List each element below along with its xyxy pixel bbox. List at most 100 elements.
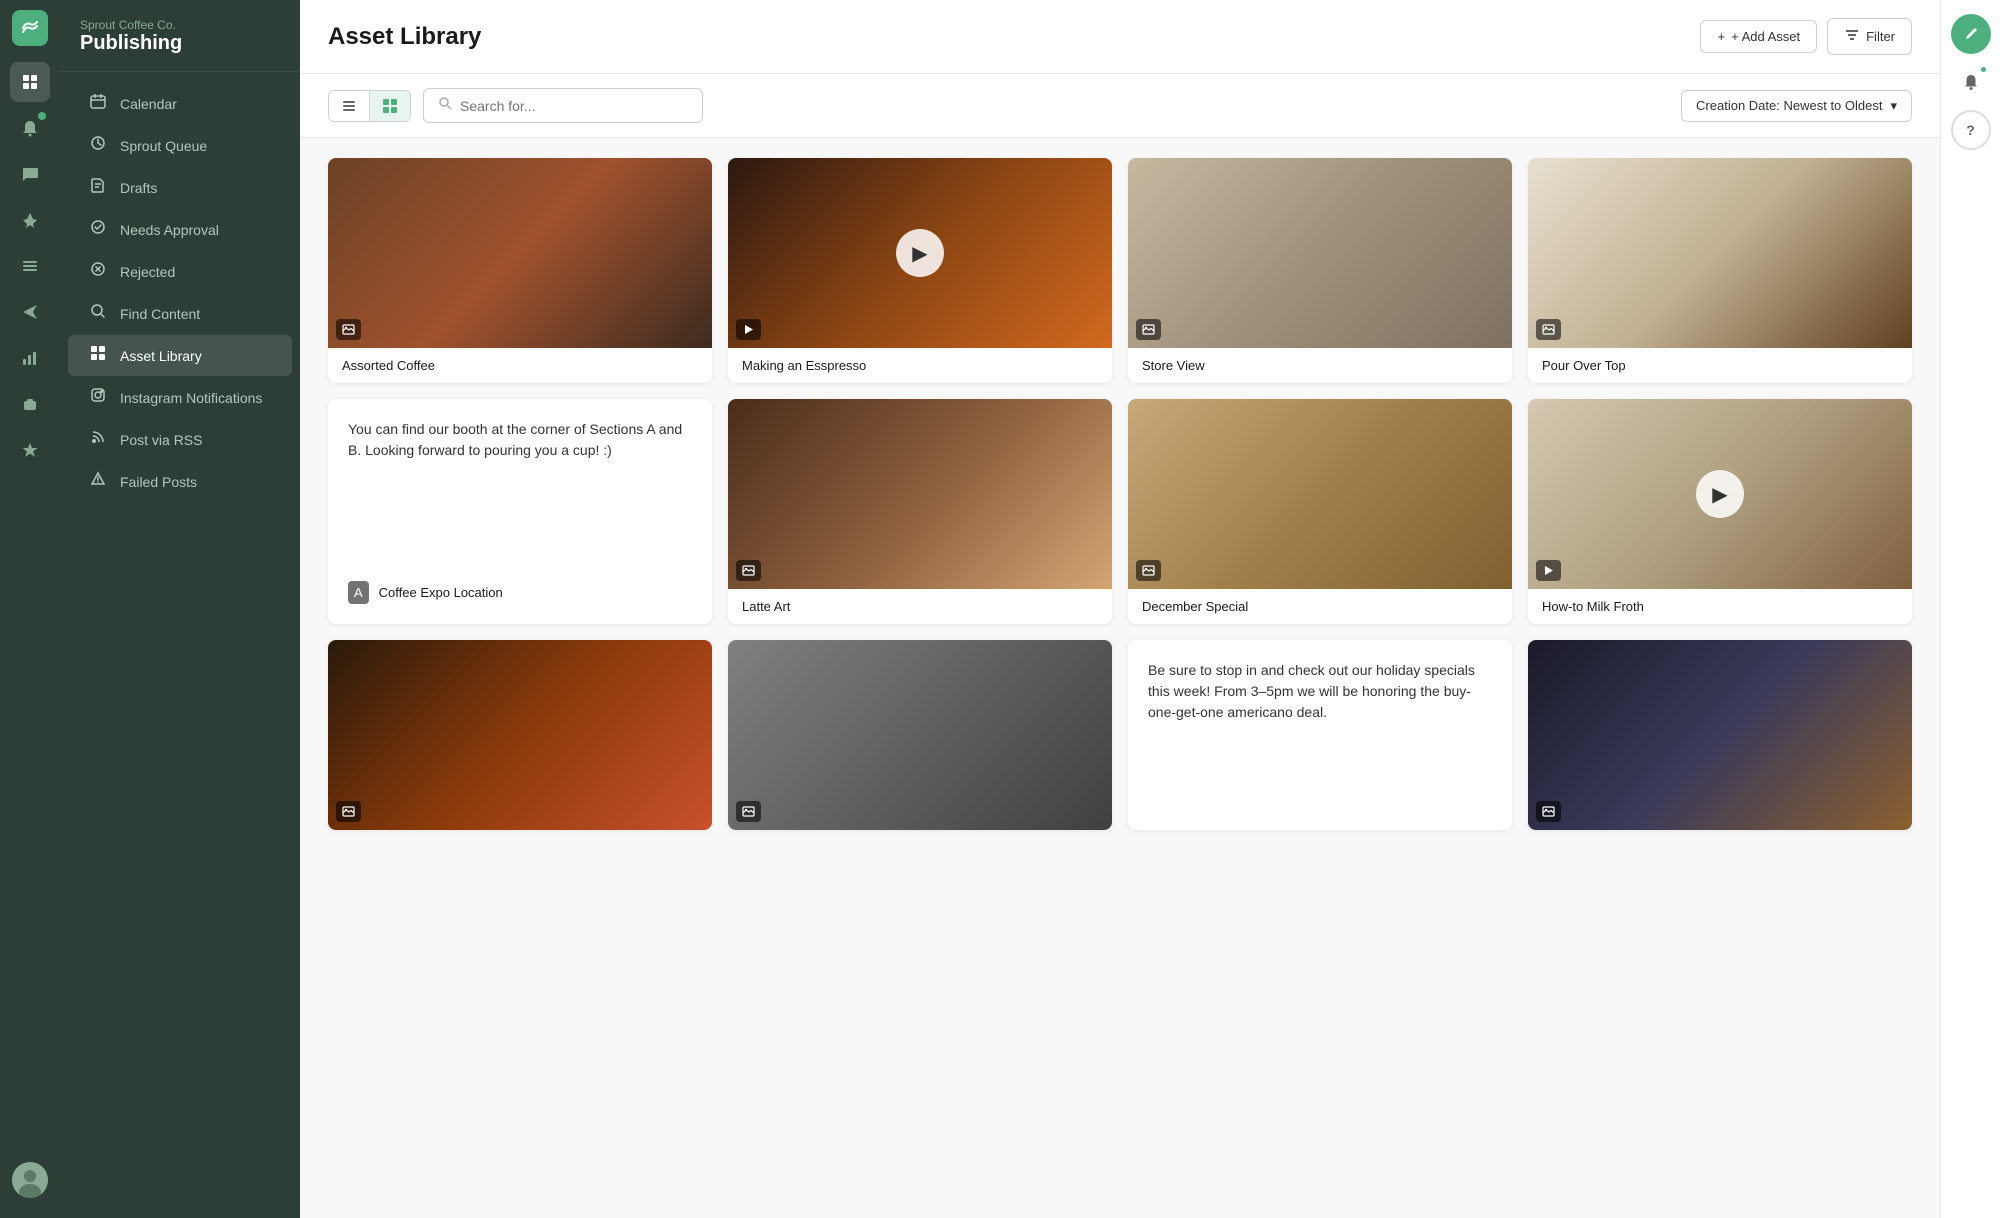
asset-card-3[interactable]: Store View	[1128, 158, 1512, 383]
filter-icon	[1844, 27, 1860, 46]
asset-thumbnail-7	[1128, 399, 1512, 589]
video-type-badge-2	[736, 319, 761, 340]
help-icon-button[interactable]: ?	[1951, 110, 1991, 150]
icon-rail	[0, 0, 60, 1218]
main-content: Asset Library + + Add Asset Filter	[300, 0, 1940, 1218]
rejected-icon	[88, 261, 108, 282]
queue-icon	[88, 135, 108, 156]
sidebar-item-rejected[interactable]: Rejected	[68, 251, 292, 292]
asset-thumbnail-3	[1128, 158, 1512, 348]
sort-dropdown[interactable]: Creation Date: Newest to Oldest ▾	[1681, 90, 1912, 122]
sidebar-header: Sprout Coffee Co. Publishing	[60, 0, 300, 72]
sidebar-item-calendar[interactable]: Calendar	[68, 83, 292, 124]
queue-label: Sprout Queue	[120, 138, 207, 154]
play-button-8: ▶	[1696, 470, 1744, 518]
bell-badge	[1979, 65, 1988, 74]
add-asset-button[interactable]: + + Add Asset	[1700, 20, 1817, 53]
image-type-badge-10	[736, 801, 761, 822]
rail-send-icon[interactable]	[10, 292, 50, 332]
asset-library-label: Asset Library	[120, 348, 202, 364]
image-type-badge-6	[736, 560, 761, 581]
chevron-down-icon: ▾	[1890, 98, 1897, 114]
user-avatar[interactable]	[12, 1162, 48, 1198]
asset-card-4[interactable]: Pour Over Top	[1528, 158, 1912, 383]
sidebar-item-needs-approval[interactable]: Needs Approval	[68, 209, 292, 250]
asset-thumbnail-10	[728, 640, 1112, 830]
asset-card-12[interactable]	[1528, 640, 1912, 830]
image-type-badge-4	[1536, 319, 1561, 340]
asset-card-8[interactable]: ▶ How-to Milk Froth	[1528, 399, 1912, 624]
sidebar-item-post-via-rss[interactable]: Post via RSS	[68, 419, 292, 460]
asset-thumbnail-4	[1528, 158, 1912, 348]
rail-bot-icon[interactable]	[10, 384, 50, 424]
sort-label: Creation Date: Newest to Oldest	[1696, 98, 1882, 113]
rail-notifications-icon[interactable]	[10, 108, 50, 148]
image-type-badge-1	[336, 319, 361, 340]
instagram-icon	[88, 387, 108, 408]
asset-title-6: Latte Art	[728, 589, 1112, 624]
asset-card-11[interactable]: Be sure to stop in and check out our hol…	[1128, 640, 1512, 830]
sidebar: Sprout Coffee Co. Publishing Calendar	[60, 0, 300, 1218]
view-toggle	[328, 90, 411, 122]
asset-card-9[interactable]	[328, 640, 712, 830]
rail-list-icon[interactable]	[10, 246, 50, 286]
image-type-badge-3	[1136, 319, 1161, 340]
calendar-icon	[88, 93, 108, 114]
notification-badge	[38, 112, 46, 120]
calendar-label: Calendar	[120, 96, 177, 112]
approval-icon	[88, 219, 108, 240]
asset-card-1[interactable]: Assorted Coffee	[328, 158, 712, 383]
play-button-2: ▶	[896, 229, 944, 277]
rail-star-icon[interactable]	[10, 430, 50, 470]
failed-posts-icon	[88, 471, 108, 492]
bell-icon-button[interactable]	[1951, 62, 1991, 102]
company-name: Sprout Coffee Co.	[80, 18, 280, 32]
toolbar: Creation Date: Newest to Oldest ▾	[300, 74, 1940, 138]
asset-footer-5: A Coffee Expo Location	[348, 569, 692, 604]
image-type-badge-7	[1136, 560, 1161, 581]
sidebar-item-sprout-queue[interactable]: Sprout Queue	[68, 125, 292, 166]
approval-label: Needs Approval	[120, 222, 219, 238]
rail-pin-icon[interactable]	[10, 200, 50, 240]
failed-posts-label: Failed Posts	[120, 474, 197, 490]
asset-thumbnail-6	[728, 399, 1112, 589]
sidebar-item-instagram-notifications[interactable]: Instagram Notifications	[68, 377, 292, 418]
page-title: Asset Library	[328, 23, 481, 51]
asset-thumbnail-9	[328, 640, 712, 830]
asset-title-7: December Special	[1128, 589, 1512, 624]
asset-title-5: Coffee Expo Location	[379, 585, 503, 600]
rail-messages-icon[interactable]	[10, 154, 50, 194]
asset-card-5[interactable]: You can find our booth at the corner of …	[328, 399, 712, 624]
asset-text-5: You can find our booth at the corner of …	[348, 419, 692, 569]
asset-library-icon	[88, 345, 108, 366]
sidebar-item-drafts[interactable]: Drafts	[68, 167, 292, 208]
sidebar-item-failed-posts[interactable]: Failed Posts	[68, 461, 292, 502]
asset-grid-container: Assorted Coffee ▶ Making an Esspresso	[300, 138, 1940, 1218]
rail-publishing-icon[interactable]	[10, 62, 50, 102]
find-content-icon	[88, 303, 108, 324]
asset-title-4: Pour Over Top	[1528, 348, 1912, 383]
asset-title-8: How-to Milk Froth	[1528, 589, 1912, 624]
product-name: Publishing	[80, 32, 280, 55]
asset-thumbnail-1	[328, 158, 712, 348]
rail-analytics-icon[interactable]	[10, 338, 50, 378]
app-logo	[12, 10, 48, 46]
asset-title-2: Making an Esspresso	[728, 348, 1112, 383]
asset-card-10[interactable]	[728, 640, 1112, 830]
search-icon	[438, 96, 452, 115]
list-view-button[interactable]	[329, 91, 370, 121]
asset-card-2[interactable]: ▶ Making an Esspresso	[728, 158, 1112, 383]
sidebar-item-find-content[interactable]: Find Content	[68, 293, 292, 334]
sidebar-item-asset-library[interactable]: Asset Library	[68, 335, 292, 376]
search-input[interactable]	[460, 98, 688, 114]
filter-button[interactable]: Filter	[1827, 18, 1912, 55]
image-type-badge-9	[336, 801, 361, 822]
asset-card-7[interactable]: December Special	[1128, 399, 1512, 624]
edit-icon-button[interactable]	[1951, 14, 1991, 54]
search-box[interactable]	[423, 88, 703, 123]
asset-card-6[interactable]: Latte Art	[728, 399, 1112, 624]
rss-label: Post via RSS	[120, 432, 202, 448]
asset-thumbnail-12	[1528, 640, 1912, 830]
asset-text-11: Be sure to stop in and check out our hol…	[1148, 660, 1492, 810]
grid-view-button[interactable]	[370, 91, 410, 121]
